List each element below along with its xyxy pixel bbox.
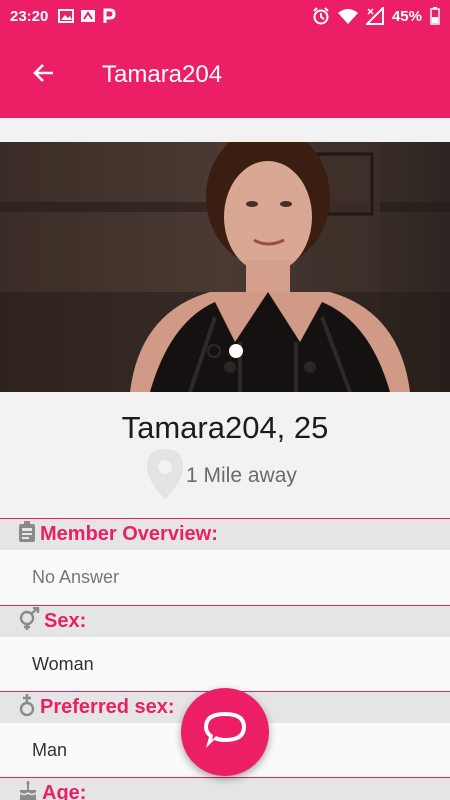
carousel-indicators	[0, 344, 450, 358]
member-overview-header: Member Overview:	[0, 518, 450, 550]
id-badge-icon	[18, 521, 36, 548]
back-button[interactable]	[14, 45, 74, 105]
status-notification-icons	[58, 8, 116, 24]
battery-icon	[430, 7, 440, 25]
wifi-icon	[337, 8, 358, 24]
signal-icon	[365, 7, 384, 25]
gender-icon	[18, 606, 40, 636]
section-label: Member Overview:	[40, 523, 218, 545]
chat-bubble-icon	[202, 710, 248, 755]
distance-text: 1 Mile away	[186, 464, 297, 487]
age-header: Age:	[0, 777, 450, 800]
preferred-sex-icon	[18, 693, 36, 722]
profile-header: Tamara204, 25 1 Mile away	[0, 392, 450, 518]
section-label: Age:	[42, 782, 87, 800]
location-pin-icon	[146, 448, 184, 505]
arrow-back-icon	[32, 61, 56, 90]
profile-name-age: Tamara204, 25	[121, 410, 329, 445]
battery-percent: 45%	[391, 7, 422, 25]
chat-button[interactable]	[181, 688, 269, 776]
status-time: 23:20	[10, 7, 49, 25]
sex-header: Sex:	[0, 605, 450, 637]
image-icon	[58, 9, 75, 23]
section-label: Preferred sex:	[40, 696, 175, 718]
parking-icon	[102, 8, 116, 24]
cake-icon	[18, 781, 38, 800]
app-bar: Tamara204	[0, 32, 450, 118]
profile-photo-carousel[interactable]	[0, 142, 450, 392]
member-overview-value: No Answer	[0, 550, 450, 605]
header-spacer	[0, 118, 450, 142]
section-label: Sex:	[44, 610, 87, 632]
sex-value: Woman	[0, 637, 450, 691]
alarm-icon	[312, 7, 330, 25]
carousel-dot-active[interactable]	[229, 344, 243, 358]
carousel-dot[interactable]	[207, 344, 221, 358]
page-title: Tamara204	[102, 61, 223, 88]
sim-icon	[80, 9, 96, 23]
status-bar: 23:20 45%	[0, 0, 450, 32]
